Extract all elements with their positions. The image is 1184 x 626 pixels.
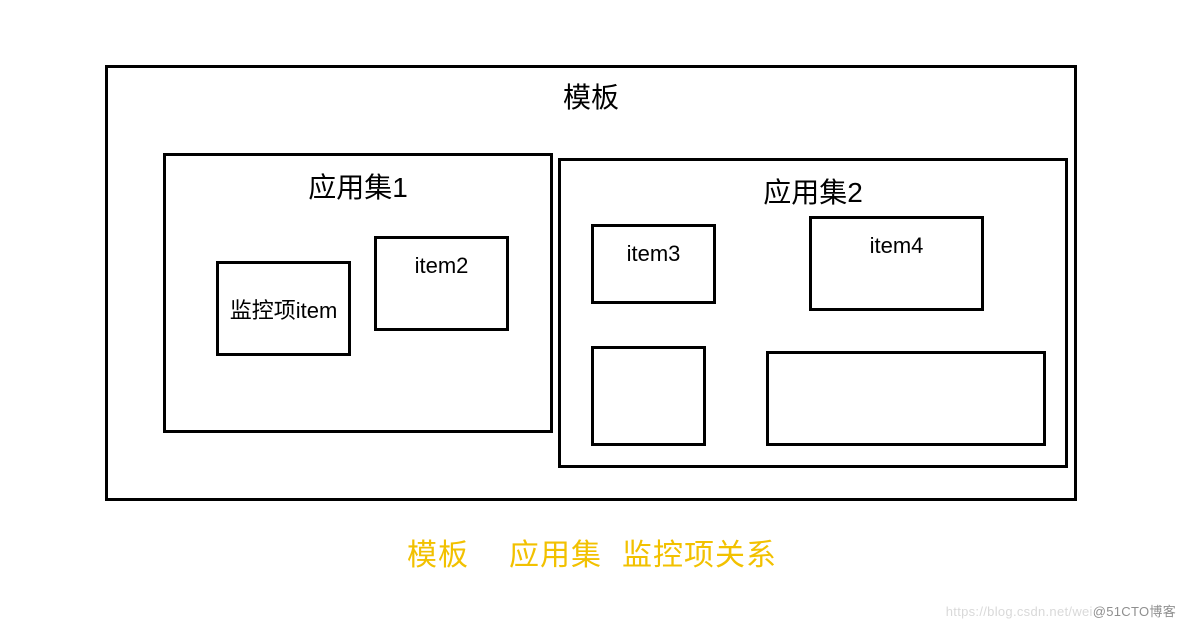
caption-part-appset: 应用集 xyxy=(509,539,602,572)
caption-part-relation: 监控项关系 xyxy=(622,539,777,572)
item4-box: item4 xyxy=(809,216,984,311)
item2-box: item2 xyxy=(374,236,509,331)
item3-box: item3 xyxy=(591,224,716,304)
caption-part-template: 模板 xyxy=(407,539,469,572)
empty-box-1 xyxy=(591,346,706,446)
application-set-2-title: 应用集2 xyxy=(561,171,1065,211)
empty-box-2 xyxy=(766,351,1046,446)
application-set-2: 应用集2 item3 item4 xyxy=(558,158,1068,468)
monitor-item-box: 监控项item xyxy=(216,261,351,356)
watermark-faint: https://blog.csdn.net/wei xyxy=(946,604,1093,619)
diagram-caption: 模板 应用集监控项关系 xyxy=(0,530,1184,574)
template-title: 模板 xyxy=(108,76,1074,116)
watermark-text: https://blog.csdn.net/wei@51CTO博客 xyxy=(946,601,1176,620)
template-container: 模板 应用集1 监控项item item2 应用集2 item3 item4 xyxy=(105,65,1077,501)
watermark-dark: @51CTO博客 xyxy=(1093,604,1176,619)
application-set-1-title: 应用集1 xyxy=(166,166,550,206)
application-set-1: 应用集1 监控项item item2 xyxy=(163,153,553,433)
